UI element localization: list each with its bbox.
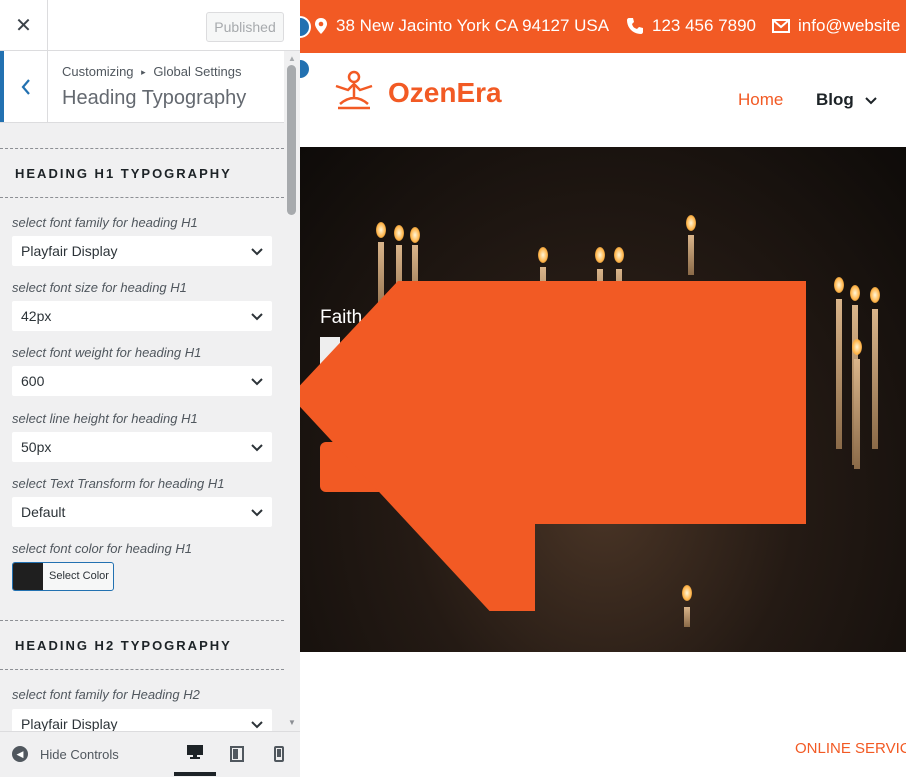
candle-flame (852, 339, 862, 355)
chevron-down-icon (251, 378, 263, 386)
panel-scrollbar[interactable]: ▲ ▼ (284, 51, 300, 731)
candle-flame (834, 277, 844, 293)
breadcrumb-parent: Global Settings (153, 64, 242, 79)
topbar-address: 38 New Jacinto York CA 94127 USA (314, 16, 609, 36)
h1-font-size-value: 42px (21, 308, 52, 324)
hide-controls-button[interactable]: ◀ Hide Controls (12, 746, 119, 762)
close-icon: ✕ (15, 15, 32, 37)
hide-controls-label: Hide Controls (40, 746, 119, 762)
h1-font-color-label: select font color for heading H1 (12, 541, 192, 556)
select-color-label: Select Color (49, 570, 109, 582)
candle (872, 309, 878, 449)
chevron-left-icon (21, 78, 30, 95)
email-text: info@website (798, 16, 901, 35)
color-swatch (13, 563, 43, 590)
site-header: OzenEra Home Blog (300, 53, 906, 147)
h1-line-height-select[interactable]: 50px (12, 432, 272, 462)
chevron-down-icon (864, 97, 877, 105)
h1-font-weight-value: 600 (21, 373, 45, 389)
publish-button[interactable]: Published (206, 12, 284, 42)
phone-text: 123 456 7890 (652, 16, 756, 35)
h1-section-heading: HEADING H1 TYPOGRAPHY (0, 148, 284, 198)
hero-banner: Faith (300, 147, 906, 652)
h1-font-size-select[interactable]: 42px (12, 301, 272, 331)
h1-line-height-label: select line height for heading H1 (12, 411, 198, 426)
nav-blog-label: Blog (816, 90, 854, 109)
h1-font-size-label: select font size for heading H1 (12, 280, 187, 295)
device-tablet-button[interactable] (216, 732, 258, 776)
section-header: Customizing ▸ Global Settings Heading Ty… (0, 51, 300, 123)
h1-font-family-value: Playfair Display (21, 243, 118, 259)
address-text: 38 New Jacinto York CA 94127 USA (336, 16, 610, 35)
candle-flame (614, 247, 624, 263)
topbar-phone: 123 456 7890 (626, 16, 756, 36)
h2-font-family-select[interactable]: Playfair Display (12, 709, 272, 731)
h1-text-transform-value: Default (21, 504, 66, 520)
nav-home-link[interactable]: Home (738, 90, 783, 110)
device-desktop-button[interactable] (174, 732, 216, 776)
candle-flame (595, 247, 605, 263)
candle (854, 359, 860, 469)
mobile-icon (274, 746, 284, 762)
chevron-down-icon (251, 313, 263, 321)
chevron-down-icon (251, 444, 263, 452)
candle (836, 299, 842, 449)
logo-icon (335, 70, 373, 110)
h1-font-family-label: select font family for heading H1 (12, 215, 198, 230)
chevron-down-icon (251, 248, 263, 256)
candle-flame (376, 222, 386, 238)
h2-font-family-value: Playfair Display (21, 716, 118, 731)
h1-line-height-value: 50px (21, 439, 52, 455)
h1-color-picker-button[interactable]: Select Color (12, 562, 114, 591)
topbar-email: info@website (772, 16, 900, 36)
envelope-icon (772, 19, 790, 33)
h1-font-weight-label: select font weight for heading H1 (12, 345, 202, 360)
section-title: Heading Typography (62, 87, 247, 109)
breadcrumb-root: Customizing (62, 64, 134, 79)
customizer-header: ✕ Published (0, 0, 300, 51)
chevron-down-icon (251, 509, 263, 517)
h1-font-family-select[interactable]: Playfair Display (12, 236, 272, 266)
candle-flame (870, 287, 880, 303)
candle-flame (538, 247, 548, 263)
candle-flame (394, 225, 404, 241)
online-services-heading: ONLINE SERVIC (795, 740, 906, 757)
close-button[interactable]: ✕ (0, 0, 48, 51)
h2-font-family-label: select font family for Heading H2 (12, 687, 200, 702)
h2-section-heading: HEADING H2 TYPOGRAPHY (0, 620, 284, 670)
candle-flame (686, 215, 696, 231)
customizer-sidebar: ✕ Published Customizing ▸ Global Setting… (0, 0, 300, 777)
h1-section-heading-text: HEADING H1 TYPOGRAPHY (15, 166, 232, 181)
breadcrumb-separator-icon: ▸ (141, 67, 146, 77)
desktop-icon (187, 745, 203, 759)
scroll-up-icon[interactable]: ▲ (288, 54, 296, 63)
site-preview: 38 New Jacinto York CA 94127 USA 123 456… (300, 0, 906, 777)
customizer-footer: ◀ Hide Controls (0, 731, 300, 777)
device-mobile-button[interactable] (258, 732, 300, 776)
scrollbar-thumb[interactable] (287, 65, 296, 215)
candle-flame (850, 285, 860, 301)
nav-blog-link[interactable]: Blog (816, 90, 877, 110)
map-pin-icon (315, 18, 327, 34)
candle (688, 235, 694, 275)
breadcrumb: Customizing ▸ Global Settings (62, 64, 241, 79)
customizer-root: ✕ Published Customizing ▸ Global Setting… (0, 0, 906, 777)
site-brand[interactable]: OzenEra (388, 77, 502, 109)
candle-flame (410, 227, 420, 243)
back-button[interactable] (0, 51, 48, 122)
phone-icon (627, 18, 643, 34)
h2-section-heading-text: HEADING H2 TYPOGRAPHY (15, 638, 232, 653)
site-topbar: 38 New Jacinto York CA 94127 USA 123 456… (300, 0, 906, 53)
h1-text-transform-select[interactable]: Default (12, 497, 272, 527)
h1-text-transform-label: select Text Transform for heading H1 (12, 476, 225, 491)
scroll-down-icon[interactable]: ▼ (288, 718, 296, 727)
h1-font-weight-select[interactable]: 600 (12, 366, 272, 396)
controls-panel: HEADING H1 TYPOGRAPHY select font family… (0, 123, 284, 731)
annotation-arrow-icon (300, 281, 806, 611)
tablet-icon (230, 746, 244, 762)
chevron-down-icon (251, 721, 263, 729)
collapse-icon: ◀ (12, 746, 28, 762)
